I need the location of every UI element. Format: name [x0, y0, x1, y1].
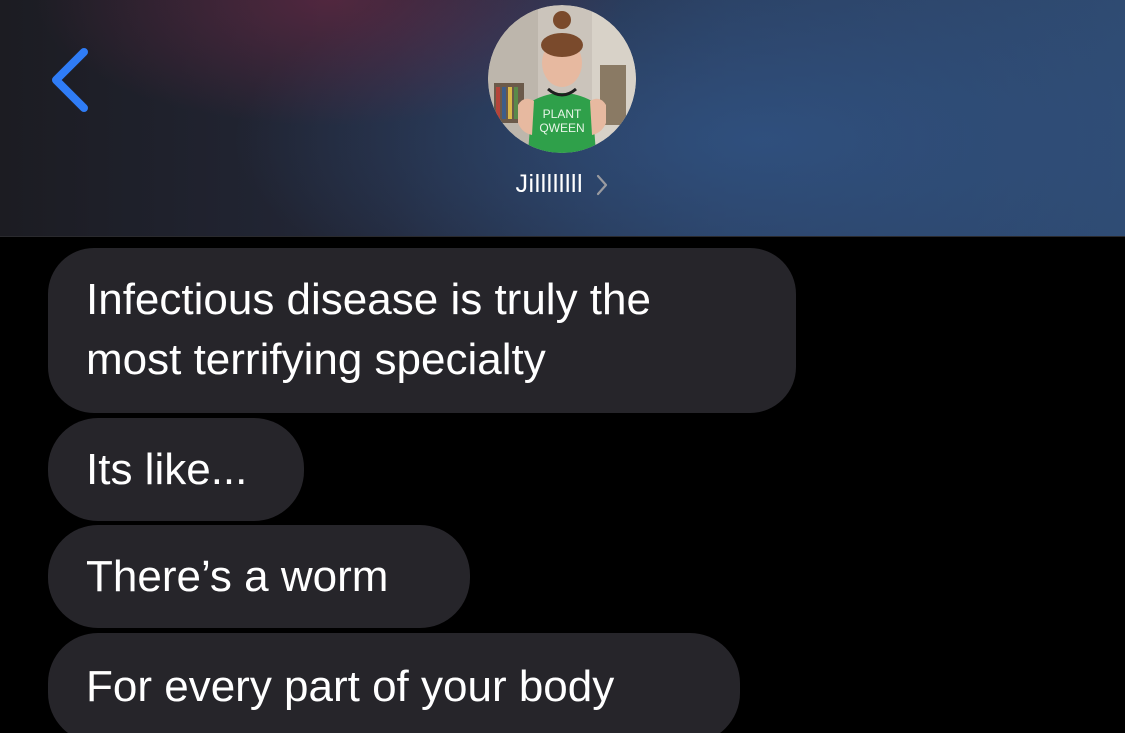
message-bubble-received[interactable]: Its like... [48, 418, 304, 521]
chevron-left-icon [52, 48, 88, 112]
message-text-line: Its like... [86, 445, 248, 494]
contact-details-link[interactable]: Jillllllll [0, 170, 1125, 210]
back-button[interactable] [40, 40, 100, 120]
message-bubble-received[interactable]: For every part of your body [48, 633, 740, 733]
message-text-line: most terrifying specialty [86, 335, 546, 384]
message-text-line: Infectious disease is truly the [86, 275, 651, 324]
shirt-text-line-2: QWEEN [539, 121, 584, 135]
message-text-line: There’s a worm [86, 552, 389, 601]
conversation-header: PLANT QWEEN Jillllllll [0, 0, 1125, 237]
message-bubble-received[interactable]: Infectious disease is truly the most ter… [48, 248, 796, 413]
contact-avatar[interactable]: PLANT QWEEN [488, 5, 636, 153]
messages-screen: PLANT QWEEN Jillllllll Infectious diseas… [0, 0, 1125, 733]
contact-name: Jillllllll [515, 170, 584, 198]
chevron-right-icon [597, 174, 608, 195]
shirt-text-line-1: PLANT [543, 107, 582, 121]
message-bubble-received[interactable]: There’s a worm [48, 525, 470, 628]
avatar-photo: PLANT QWEEN [488, 5, 636, 153]
message-text-line: For every part of your body [86, 662, 615, 711]
